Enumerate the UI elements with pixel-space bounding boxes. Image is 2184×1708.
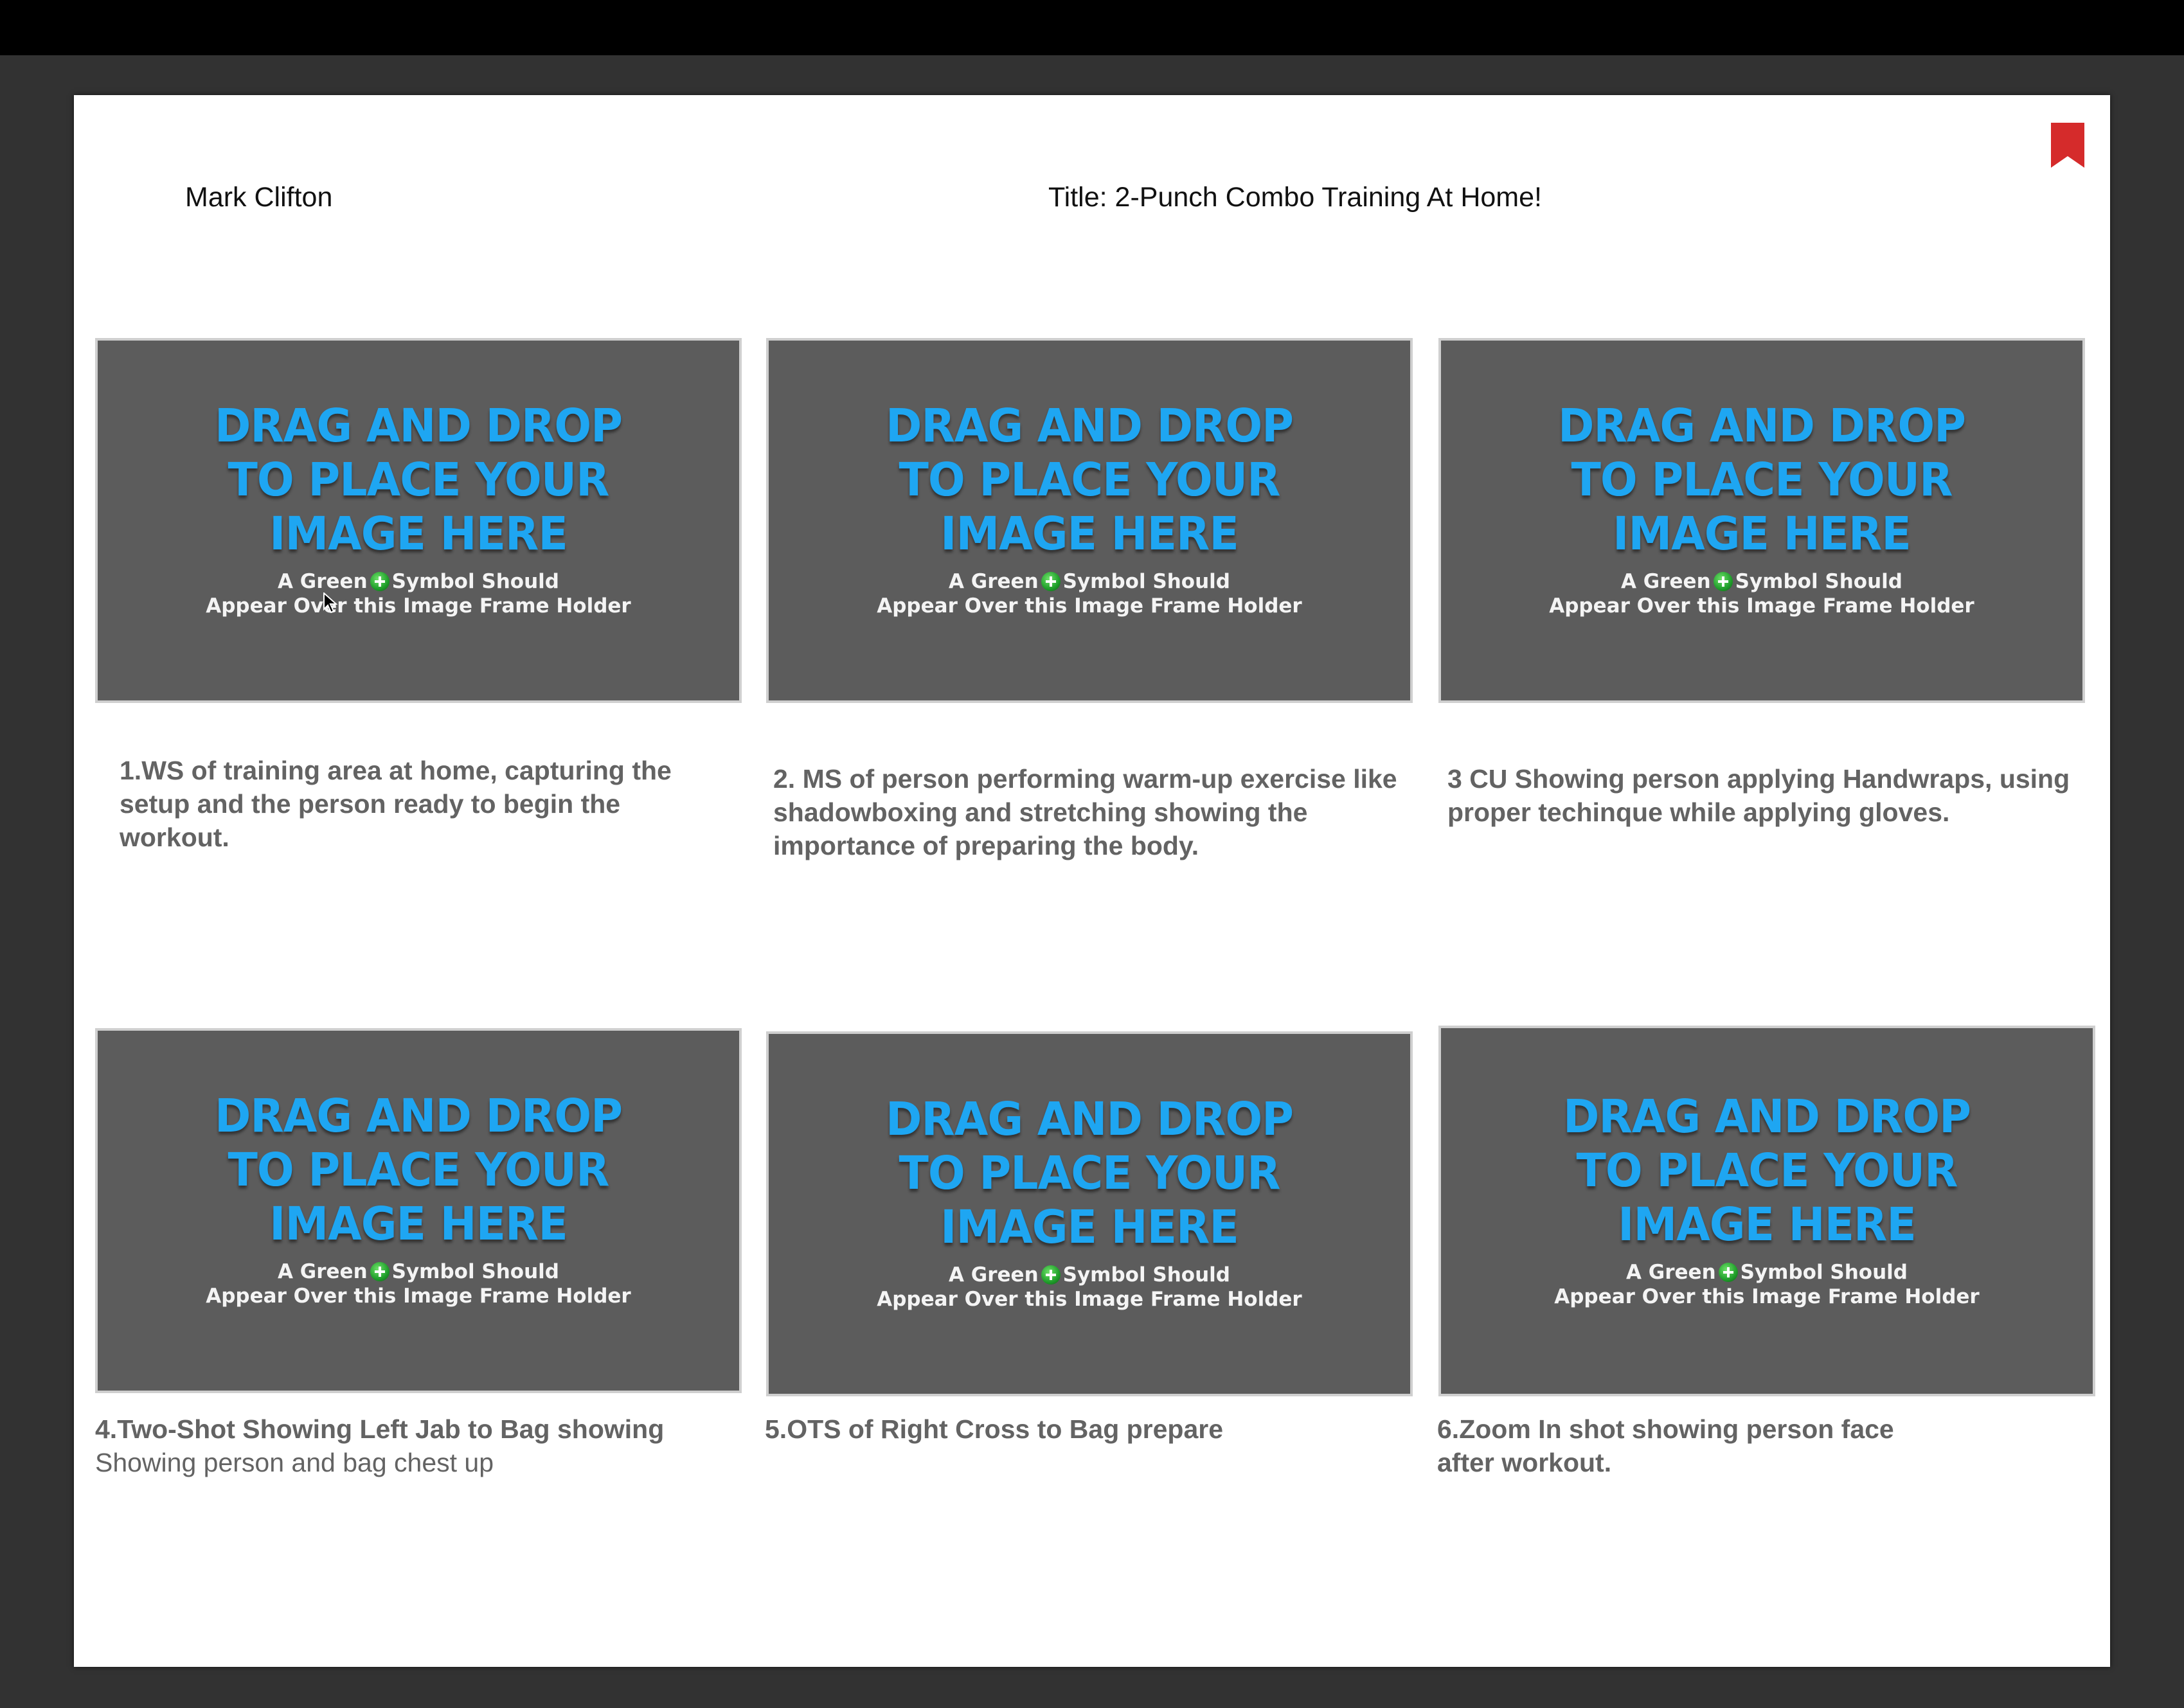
green-plus-icon bbox=[1041, 1265, 1061, 1285]
frame-heading: DRAG AND DROP TO PLACE YOUR IMAGE HERE bbox=[885, 1093, 1294, 1254]
image-frame-1[interactable]: DRAG AND DROP TO PLACE YOUR IMAGE HERE A… bbox=[95, 338, 742, 703]
author-name: Mark Clifton bbox=[185, 182, 333, 213]
frame-instructions: A Green Symbol Should Appear Over this Im… bbox=[206, 570, 631, 618]
bookmark-icon[interactable] bbox=[2051, 123, 2084, 168]
frame-instructions: A Green Symbol Should Appear Over this Im… bbox=[206, 1260, 631, 1308]
frame-instructions: A Green Symbol Should Appear Over this Im… bbox=[1549, 570, 1974, 618]
image-frame-5[interactable]: DRAG AND DROP TO PLACE YOUR IMAGE HERE A… bbox=[766, 1031, 1413, 1396]
frame-caption-3[interactable]: 3 CU Showing person applying Handwraps, … bbox=[1447, 762, 2097, 829]
document-title: Title: 2-Punch Combo Training At Home! bbox=[1048, 182, 1542, 213]
green-plus-icon bbox=[1713, 572, 1733, 591]
frame-caption-1[interactable]: 1.WS of training area at home, capturing… bbox=[120, 754, 737, 854]
frame-heading: DRAG AND DROP TO PLACE YOUR IMAGE HERE bbox=[1557, 400, 1966, 561]
frame-heading: DRAG AND DROP TO PLACE YOUR IMAGE HERE bbox=[214, 400, 623, 561]
green-plus-icon bbox=[1718, 1262, 1738, 1282]
image-frame-6[interactable]: DRAG AND DROP TO PLACE YOUR IMAGE HERE A… bbox=[1438, 1026, 2095, 1396]
frame-instructions: A Green Symbol Should Appear Over this Im… bbox=[877, 1263, 1302, 1311]
frame-instructions: A Green Symbol Should Appear Over this Im… bbox=[877, 570, 1302, 618]
frame-heading: DRAG AND DROP TO PLACE YOUR IMAGE HERE bbox=[214, 1090, 623, 1251]
frame-caption-2[interactable]: 2. MS of person performing warm-up exerc… bbox=[773, 762, 1416, 862]
image-frame-3[interactable]: DRAG AND DROP TO PLACE YOUR IMAGE HERE A… bbox=[1438, 338, 2085, 703]
green-plus-icon bbox=[370, 1262, 389, 1281]
frame-instructions: A Green Symbol Should Appear Over this Im… bbox=[1554, 1260, 1980, 1308]
frame-caption-5[interactable]: 5.OTS of Right Cross to Bag prepare bbox=[765, 1412, 1408, 1446]
image-frame-4[interactable]: DRAG AND DROP TO PLACE YOUR IMAGE HERE A… bbox=[95, 1028, 742, 1393]
top-bar bbox=[0, 0, 2184, 55]
text-cursor-icon bbox=[323, 592, 337, 613]
frame-caption-4[interactable]: 4.Two-Shot Showing Left Jab to Bag showi… bbox=[95, 1412, 751, 1479]
image-frame-2[interactable]: DRAG AND DROP TO PLACE YOUR IMAGE HERE A… bbox=[766, 338, 1413, 703]
frame-heading: DRAG AND DROP TO PLACE YOUR IMAGE HERE bbox=[885, 400, 1294, 561]
green-plus-icon bbox=[370, 572, 389, 591]
frame-heading: DRAG AND DROP TO PLACE YOUR IMAGE HERE bbox=[1562, 1090, 1971, 1252]
green-plus-icon bbox=[1041, 572, 1061, 591]
frame-caption-6[interactable]: 6.Zoom In shot showing person face after… bbox=[1437, 1412, 1938, 1479]
